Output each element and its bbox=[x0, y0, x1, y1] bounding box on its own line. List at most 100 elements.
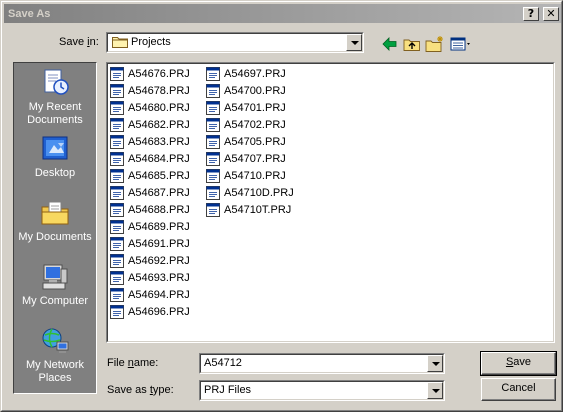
file-name-label: File name: bbox=[107, 357, 159, 369]
prj-file-icon bbox=[110, 185, 124, 200]
file-name: A54701.PRJ bbox=[224, 101, 286, 114]
file-item[interactable]: A54691.PRJ bbox=[110, 235, 190, 252]
new-folder-icon[interactable] bbox=[424, 34, 446, 54]
close-icon: ✕ bbox=[546, 6, 556, 20]
file-name: A54684.PRJ bbox=[128, 152, 190, 165]
place-desktop[interactable]: Desktop bbox=[14, 133, 96, 180]
file-item[interactable]: A54689.PRJ bbox=[110, 218, 190, 235]
save-button[interactable]: Save bbox=[480, 351, 557, 376]
save-in-value: Projects bbox=[131, 36, 171, 48]
file-item[interactable]: A54705.PRJ bbox=[206, 133, 286, 150]
save-in-combo[interactable]: Projects bbox=[106, 32, 364, 53]
place-my-computer[interactable]: My Computer bbox=[14, 261, 96, 308]
file-name: A54710D.PRJ bbox=[224, 186, 294, 199]
help-button[interactable]: ? bbox=[523, 6, 539, 21]
prj-file-icon bbox=[206, 66, 220, 81]
save-in-label: Save in: bbox=[59, 36, 99, 48]
file-item[interactable]: A54685.PRJ bbox=[110, 167, 190, 184]
file-item[interactable]: A54687.PRJ bbox=[110, 184, 190, 201]
prj-file-icon bbox=[110, 287, 124, 302]
file-name: A54682.PRJ bbox=[128, 118, 190, 131]
my-documents-icon bbox=[41, 201, 69, 225]
prj-file-icon bbox=[206, 202, 220, 217]
file-item[interactable]: A54710.PRJ bbox=[206, 167, 286, 184]
file-name: A54700.PRJ bbox=[224, 84, 286, 97]
file-item[interactable]: A54701.PRJ bbox=[206, 99, 286, 116]
file-item[interactable]: A54697.PRJ bbox=[206, 65, 286, 82]
prj-file-icon bbox=[110, 236, 124, 251]
cancel-button[interactable]: Cancel bbox=[481, 378, 556, 401]
place-label: Desktop bbox=[34, 167, 76, 179]
file-name-value: A54712 bbox=[204, 357, 242, 369]
file-name: A54707.PRJ bbox=[224, 152, 286, 165]
prj-file-icon bbox=[206, 83, 220, 98]
prj-file-icon bbox=[110, 83, 124, 98]
recent-documents-icon bbox=[44, 69, 69, 95]
desktop-icon bbox=[42, 136, 68, 160]
title-bar[interactable]: Save As ? ✕ bbox=[4, 4, 561, 23]
file-name: A54688.PRJ bbox=[128, 203, 190, 216]
file-list[interactable]: A54676.PRJ A54678.PRJ A54680.PRJ A54682.PRJ… bbox=[106, 62, 555, 343]
place-my-network-places[interactable]: My Network Places bbox=[14, 325, 96, 385]
network-places-icon bbox=[42, 328, 69, 353]
prj-file-icon bbox=[110, 219, 124, 234]
file-item[interactable]: A54700.PRJ bbox=[206, 82, 286, 99]
file-item[interactable]: A54684.PRJ bbox=[110, 150, 190, 167]
place-my-documents[interactable]: My Documents bbox=[14, 197, 96, 244]
file-item[interactable]: A54694.PRJ bbox=[110, 286, 190, 303]
prj-file-icon bbox=[206, 185, 220, 200]
prj-file-icon bbox=[110, 66, 124, 81]
file-item[interactable]: A54682.PRJ bbox=[110, 116, 190, 133]
prj-file-icon bbox=[206, 168, 220, 183]
file-item[interactable]: A54693.PRJ bbox=[110, 269, 190, 286]
file-item[interactable]: A54707.PRJ bbox=[206, 150, 286, 167]
file-name: A54702.PRJ bbox=[224, 118, 286, 131]
file-name: A54689.PRJ bbox=[128, 220, 190, 233]
up-folder-icon[interactable] bbox=[401, 34, 423, 54]
back-icon[interactable] bbox=[379, 34, 401, 54]
file-item[interactable]: A54683.PRJ bbox=[110, 133, 190, 150]
file-item[interactable]: A54678.PRJ bbox=[110, 82, 190, 99]
file-item[interactable]: A54692.PRJ bbox=[110, 252, 190, 269]
file-item[interactable]: A54676.PRJ bbox=[110, 65, 190, 82]
close-button[interactable]: ✕ bbox=[543, 6, 559, 21]
prj-file-icon bbox=[110, 270, 124, 285]
place-label: My Documents bbox=[18, 231, 92, 243]
file-name: A54693.PRJ bbox=[128, 271, 190, 284]
file-item[interactable]: A54710T.PRJ bbox=[206, 201, 291, 218]
save-button-bevel bbox=[482, 353, 555, 374]
file-name: A54680.PRJ bbox=[128, 101, 190, 114]
save-as-type-dropdown-arrow[interactable] bbox=[427, 382, 443, 399]
cancel-button-bevel bbox=[482, 379, 555, 400]
prj-file-icon bbox=[206, 134, 220, 149]
save-as-type-label: Save as type: bbox=[107, 384, 174, 396]
save-in-dropdown-arrow[interactable] bbox=[346, 34, 362, 51]
file-item[interactable]: A54696.PRJ bbox=[110, 303, 190, 320]
file-name: A54710T.PRJ bbox=[224, 203, 292, 216]
prj-file-icon bbox=[110, 151, 124, 166]
file-item[interactable]: A54702.PRJ bbox=[206, 116, 286, 133]
file-name: A54710.PRJ bbox=[224, 169, 286, 182]
save-as-type-select[interactable]: PRJ Files bbox=[199, 380, 445, 401]
file-name: A54697.PRJ bbox=[224, 67, 286, 80]
file-name: A54696.PRJ bbox=[128, 305, 190, 318]
prj-file-icon bbox=[206, 100, 220, 115]
file-name: A54694.PRJ bbox=[128, 288, 190, 301]
place-label: My Computer bbox=[21, 295, 89, 307]
place-label: My Network Places bbox=[25, 359, 85, 384]
file-name: A54683.PRJ bbox=[128, 135, 190, 148]
file-item[interactable]: A54688.PRJ bbox=[110, 201, 190, 218]
prj-file-icon bbox=[110, 100, 124, 115]
save-as-type-value: PRJ Files bbox=[204, 384, 252, 396]
file-item[interactable]: A54710D.PRJ bbox=[206, 184, 294, 201]
file-name-field[interactable]: A54712 bbox=[199, 353, 445, 374]
prj-file-icon bbox=[110, 304, 124, 319]
views-menu-icon[interactable] bbox=[448, 34, 474, 54]
file-item[interactable]: A54680.PRJ bbox=[110, 99, 190, 116]
prj-file-icon bbox=[110, 134, 124, 149]
window-title: Save As bbox=[8, 7, 51, 20]
file-name-dropdown-arrow[interactable] bbox=[427, 355, 443, 372]
place-my-recent-documents[interactable]: My Recent Documents bbox=[14, 67, 96, 127]
prj-file-icon bbox=[206, 117, 220, 132]
save-as-dialog: Save As ? ✕ Save in: Projects My Recent … bbox=[0, 0, 563, 412]
